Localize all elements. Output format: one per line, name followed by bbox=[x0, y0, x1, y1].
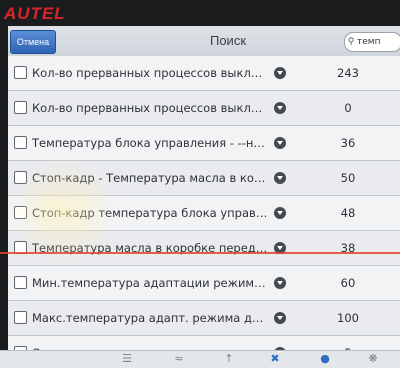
row-value: 38 bbox=[340, 241, 356, 255]
list-icon[interactable]: ☰ bbox=[120, 352, 134, 366]
list-item[interactable]: Температура масла в коробке передач - --… bbox=[8, 231, 400, 266]
row-value: 100 bbox=[337, 311, 359, 325]
search-icon: ⚲ bbox=[347, 37, 355, 47]
chevron-down-icon[interactable] bbox=[274, 277, 286, 289]
bottom-toolbar: ☰ ≈ ↑ ✖ ● ❋ bbox=[0, 350, 400, 368]
row-checkbox[interactable] bbox=[14, 171, 27, 184]
pin-icon[interactable]: ↑ bbox=[222, 352, 236, 366]
row-checkbox[interactable] bbox=[14, 136, 27, 149]
row-value: 36 bbox=[340, 136, 356, 150]
list-item[interactable]: Кол-во прерванных процессов выключения .… bbox=[8, 91, 400, 126]
row-label: Кол-во прерванных процессов выключения .… bbox=[32, 101, 270, 115]
row-label: Температура масла в коробке передач - --… bbox=[32, 241, 270, 255]
cancel-button[interactable]: Отмена bbox=[10, 30, 56, 54]
settings-icon[interactable]: ❋ bbox=[366, 352, 380, 366]
row-checkbox[interactable] bbox=[14, 311, 27, 324]
graph-icon[interactable]: ≈ bbox=[172, 352, 186, 366]
row-checkbox[interactable] bbox=[14, 206, 27, 219]
row-label: Стоп-кадр - Температура масла в коробке … bbox=[32, 171, 270, 185]
list-item[interactable]: Кол-во прерванных процессов выключени...… bbox=[8, 56, 400, 91]
row-checkbox[interactable] bbox=[14, 101, 27, 114]
row-value: 60 bbox=[340, 276, 356, 290]
row-label: Макс.температура адапт. режима движени..… bbox=[32, 311, 270, 325]
record-icon[interactable]: ● bbox=[318, 352, 332, 366]
parameter-list: Кол-во прерванных процессов выключени...… bbox=[8, 56, 400, 367]
tools-icon[interactable]: ✖ bbox=[268, 352, 282, 366]
list-item[interactable]: Температура блока управления - --нет инд… bbox=[8, 126, 400, 161]
row-value: 48 bbox=[340, 206, 356, 220]
row-value: 50 bbox=[340, 171, 356, 185]
search-input[interactable]: ⚲ темп bbox=[344, 32, 400, 52]
row-label: Стоп-кадр температура блока управления bbox=[32, 206, 270, 220]
chevron-down-icon[interactable] bbox=[274, 102, 286, 114]
chevron-down-icon[interactable] bbox=[274, 137, 286, 149]
row-checkbox[interactable] bbox=[14, 276, 27, 289]
top-bar: Отмена Поиск ⚲ темп bbox=[8, 26, 400, 57]
page-title: Поиск bbox=[209, 33, 247, 48]
red-divider bbox=[0, 252, 400, 254]
list-item[interactable]: Стоп-кадр - Температура масла в коробке … bbox=[8, 161, 400, 196]
row-label: Мин.температура адаптации режима движ... bbox=[32, 276, 270, 290]
list-item[interactable]: Стоп-кадр температура блока управления 4… bbox=[8, 196, 400, 231]
row-label: Температура блока управления - --нет инд… bbox=[32, 136, 270, 150]
row-label: Кол-во прерванных процессов выключени... bbox=[32, 66, 270, 80]
row-checkbox[interactable] bbox=[14, 66, 27, 79]
list-item[interactable]: Мин.температура адаптации режима движ...… bbox=[8, 266, 400, 301]
list-item[interactable]: Макс.температура адапт. режима движени..… bbox=[8, 301, 400, 336]
app-screen: Отмена Поиск ⚲ темп Кол-во прерванных про… bbox=[8, 26, 400, 367]
chevron-down-icon[interactable] bbox=[274, 172, 286, 184]
chevron-down-icon[interactable] bbox=[274, 67, 286, 79]
chevron-down-icon[interactable] bbox=[274, 207, 286, 219]
chevron-down-icon[interactable] bbox=[274, 312, 286, 324]
row-value: 243 bbox=[337, 66, 359, 80]
search-value: темп bbox=[357, 37, 381, 47]
row-value: 0 bbox=[344, 101, 352, 115]
brand-logo: AUTEL bbox=[4, 4, 66, 23]
